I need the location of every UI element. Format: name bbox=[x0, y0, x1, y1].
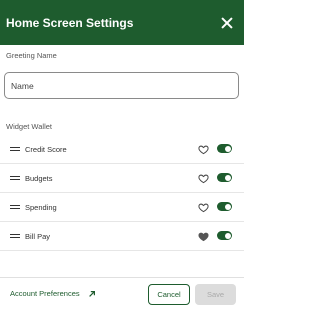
widget-row-budgets: Budgets bbox=[0, 164, 244, 193]
drag-handle-icon[interactable] bbox=[10, 233, 20, 239]
widget-label: Spending bbox=[25, 202, 57, 212]
widget-label: Credit Score bbox=[25, 144, 67, 154]
widget-label: Bill Pay bbox=[25, 231, 51, 241]
widget-wallet-label: Widget Wallet bbox=[6, 122, 52, 131]
drag-handle-icon[interactable] bbox=[10, 175, 20, 181]
modal-header: Home Screen Settings bbox=[0, 0, 244, 45]
close-icon[interactable] bbox=[220, 16, 234, 30]
arrow-up-right-icon bbox=[88, 290, 96, 298]
heart-outline-icon[interactable] bbox=[198, 144, 209, 155]
widget-label: Budgets bbox=[25, 173, 53, 183]
heart-outline-icon[interactable] bbox=[198, 202, 209, 213]
widget-row-bill-pay: Bill Pay bbox=[0, 222, 244, 251]
save-button[interactable]: Save bbox=[195, 284, 236, 305]
widget-toggle[interactable] bbox=[217, 173, 232, 182]
drag-handle-icon[interactable] bbox=[10, 204, 20, 210]
widget-row-spending: Spending bbox=[0, 193, 244, 222]
widget-toggle[interactable] bbox=[217, 231, 232, 240]
cancel-button[interactable]: Cancel bbox=[148, 284, 190, 305]
account-preferences-link[interactable]: Account Preferences bbox=[10, 289, 96, 298]
drag-handle-icon[interactable] bbox=[10, 146, 20, 152]
greeting-name-input[interactable] bbox=[4, 72, 239, 99]
heart-filled-icon[interactable] bbox=[198, 231, 209, 242]
greeting-name-label: Greeting Name bbox=[6, 51, 57, 60]
modal-title: Home Screen Settings bbox=[6, 15, 134, 30]
widget-toggle[interactable] bbox=[217, 144, 232, 153]
account-preferences-label: Account Preferences bbox=[10, 289, 80, 298]
widget-row-credit-score: Credit Score bbox=[0, 135, 244, 164]
footer-divider bbox=[0, 277, 244, 278]
widget-toggle[interactable] bbox=[217, 202, 232, 211]
widget-list: Credit Score Budgets Spending Bill Pay bbox=[0, 135, 244, 251]
heart-outline-icon[interactable] bbox=[198, 173, 209, 184]
